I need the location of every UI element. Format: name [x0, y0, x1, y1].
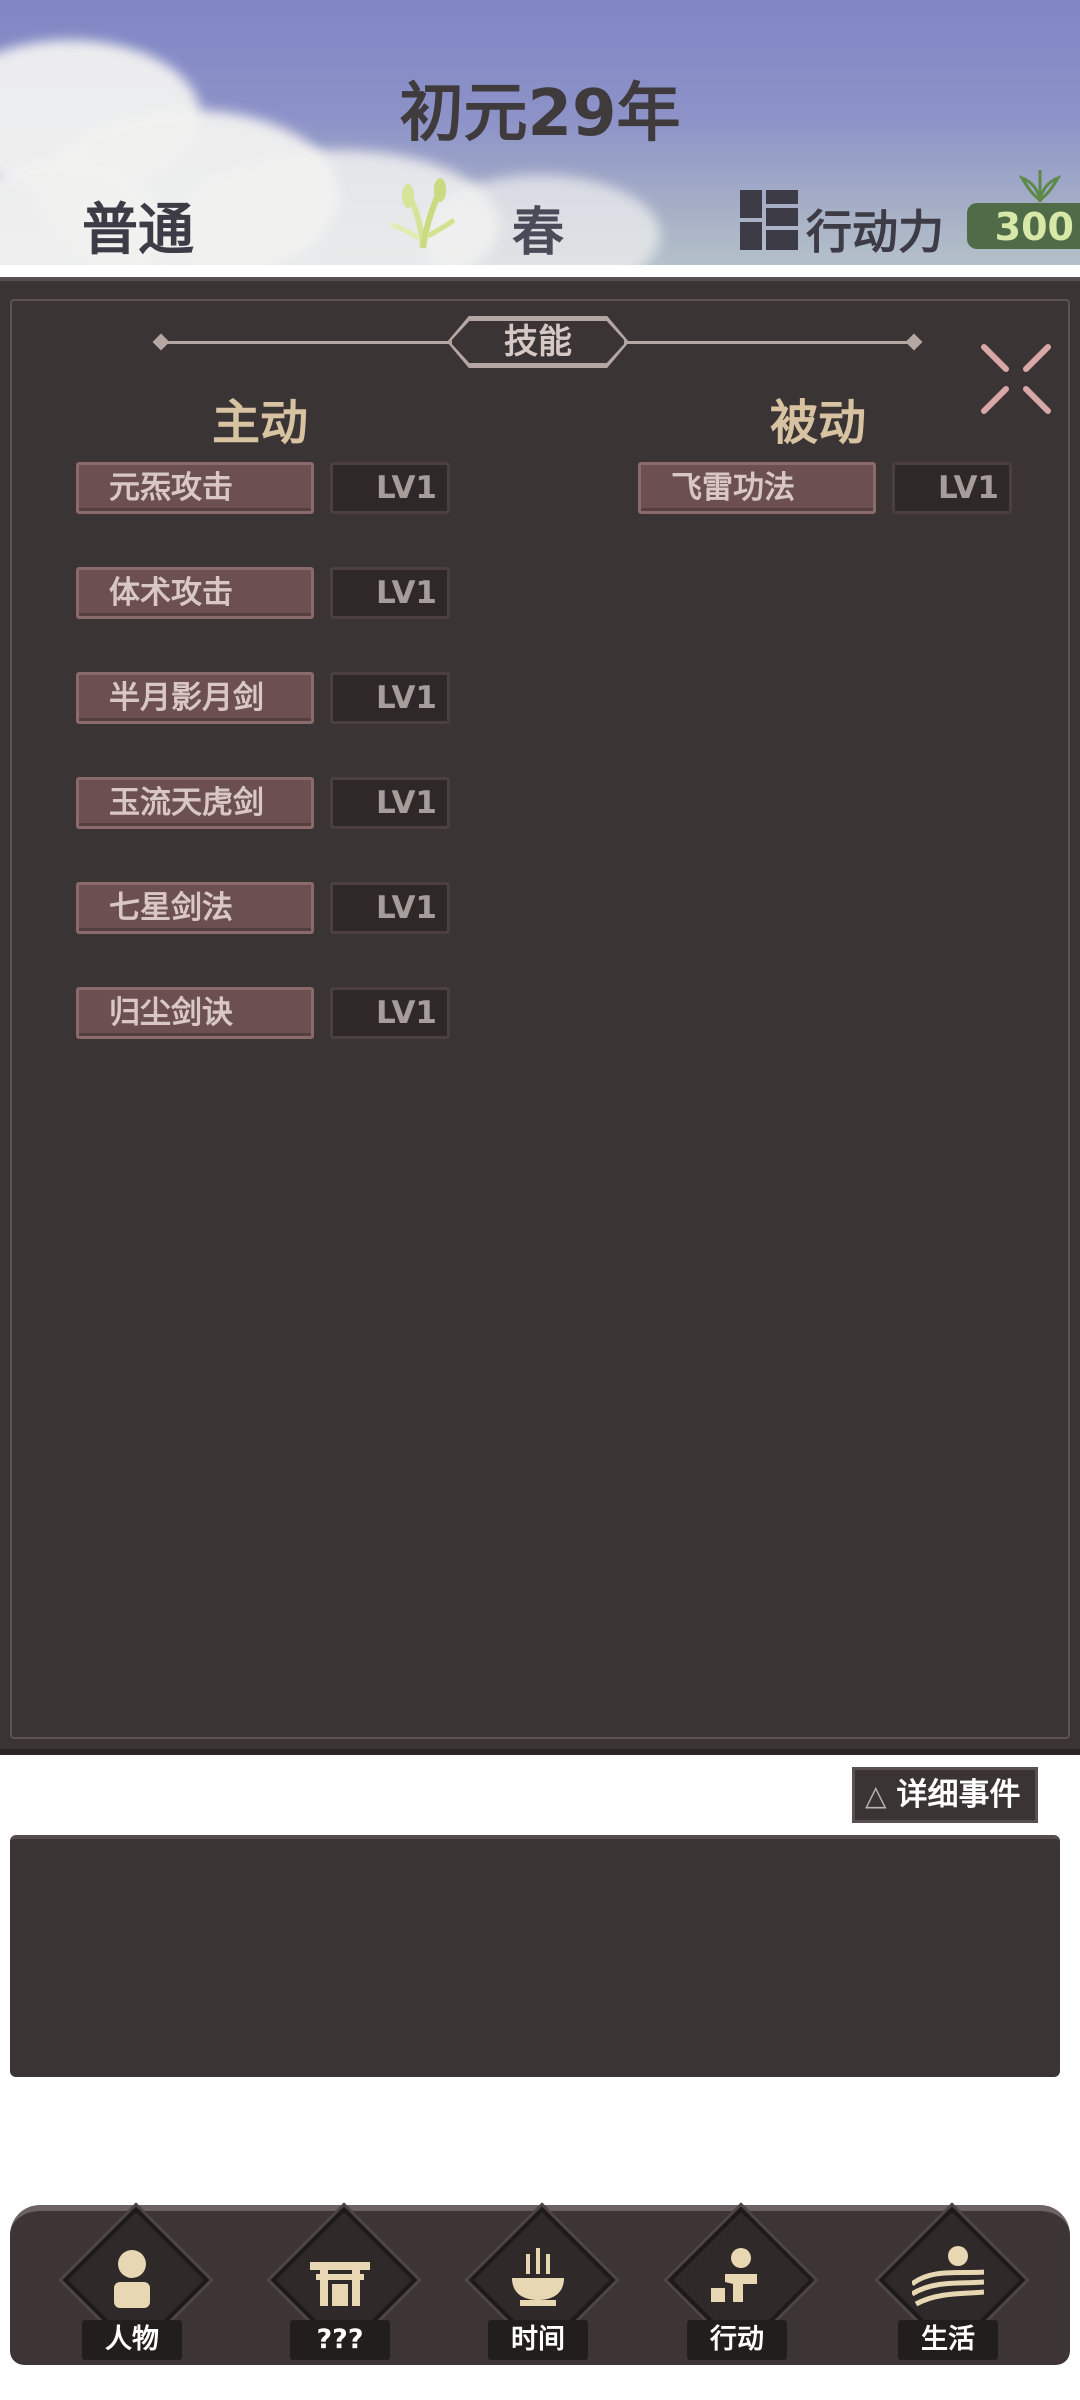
season-label: 春: [512, 203, 565, 263]
detail-events-button[interactable]: △ 详细事件: [852, 1767, 1038, 1823]
skill-level-active-4: LV1: [330, 777, 450, 829]
sprout-icon: [390, 178, 456, 249]
passive-skills-heading: 被动: [770, 395, 867, 451]
nav-person[interactable]: 人物: [52, 2206, 212, 2368]
triangle-icon: △: [865, 1779, 887, 1812]
action-points-icon: [740, 190, 798, 250]
nav-time-label: 时间: [488, 2320, 588, 2360]
nav-unknown[interactable]: ???: [260, 2206, 420, 2368]
skills-panel: 技能 主动 被动 元炁攻击 LV1 体术攻击 LV1 半月影月剑 LV1 玉流天…: [0, 277, 1080, 1755]
top-status-bar: 初元29年 普通 春 行动力 300: [0, 0, 1080, 265]
skill-level-active-2: LV1: [330, 567, 450, 619]
leaf-icon: [1018, 170, 1062, 202]
skill-level-passive-1: LV1: [892, 462, 1012, 514]
skill-button-active-2[interactable]: 体术攻击: [76, 567, 314, 619]
difficulty-label: 普通: [82, 198, 194, 263]
nav-unknown-label: ???: [290, 2320, 390, 2360]
skill-level-active-6: LV1: [330, 987, 450, 1039]
nav-action-label: 行动: [687, 2320, 787, 2360]
active-skills-heading: 主动: [212, 395, 309, 451]
skill-button-active-3[interactable]: 半月影月剑: [76, 672, 314, 724]
nav-life-label: 生活: [898, 2320, 998, 2360]
skill-button-active-5[interactable]: 七星剑法: [76, 882, 314, 934]
nav-person-label: 人物: [82, 2320, 182, 2360]
nav-time[interactable]: 时间: [458, 2206, 618, 2368]
nav-action[interactable]: 行动: [657, 2206, 817, 2368]
nav-life[interactable]: 生活: [868, 2206, 1028, 2368]
panel-title: 技能: [450, 319, 626, 365]
skill-level-active-3: LV1: [330, 672, 450, 724]
skill-button-active-1[interactable]: 元炁攻击: [76, 462, 314, 514]
skill-level-active-5: LV1: [330, 882, 450, 934]
close-icon: [981, 344, 1051, 414]
year-title: 初元29年: [399, 77, 681, 151]
action-points-value: 300: [967, 203, 1080, 249]
skill-level-active-1: LV1: [330, 462, 450, 514]
close-button[interactable]: [976, 339, 1056, 419]
gate-icon: [310, 2262, 370, 2306]
incense-burner-icon: [512, 2248, 564, 2306]
skill-button-active-6[interactable]: 归尘剑诀: [76, 987, 314, 1039]
event-log-panel: [10, 1835, 1060, 2077]
action-figure-icon: [711, 2248, 757, 2302]
action-points-label: 行动力: [806, 205, 944, 259]
detail-events-label: 详细事件: [896, 1777, 1021, 1813]
skill-button-active-4[interactable]: 玉流天虎剑: [76, 777, 314, 829]
field-sun-icon: [912, 2246, 984, 2307]
person-icon: [114, 2250, 150, 2308]
skill-button-passive-1[interactable]: 飞雷功法: [638, 462, 876, 514]
